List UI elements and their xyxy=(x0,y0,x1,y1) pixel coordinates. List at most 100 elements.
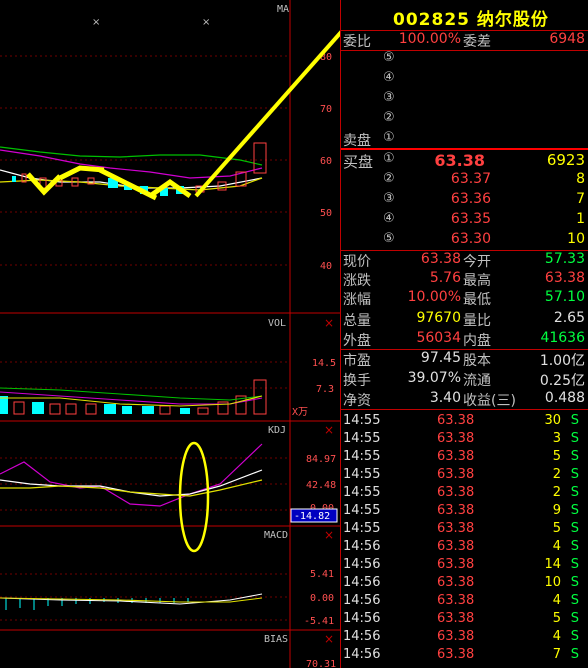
sell-level[interactable]: ③ xyxy=(341,90,588,108)
tick-time: 14:56 xyxy=(343,593,381,608)
tick-row[interactable]: 14:55 63.38 2 S xyxy=(341,467,588,485)
sell-level[interactable]: 卖盘 ① xyxy=(341,130,588,149)
buy-level[interactable]: ④ 63.35 1 xyxy=(341,211,588,229)
tick-price: 63.38 xyxy=(437,485,475,500)
tick-side: S xyxy=(570,485,579,500)
fin-row: 换手 39.07% 流通 0.25亿 xyxy=(343,370,585,389)
tick-row[interactable]: 14:55 63.38 2 S xyxy=(341,485,588,503)
volume-bars xyxy=(0,379,267,415)
tick-price: 63.38 xyxy=(437,467,475,482)
main-axis-label: 40 xyxy=(320,261,332,272)
close-icon[interactable]: × xyxy=(202,17,210,28)
macd-axis-label: 5.41 xyxy=(310,569,334,580)
tick-price: 63.38 xyxy=(437,521,475,536)
bias-axis-label: 70.31 xyxy=(306,659,336,668)
tick-time: 14:56 xyxy=(343,575,381,590)
tick-time: 14:55 xyxy=(343,449,381,464)
tick-price: 63.38 xyxy=(437,593,475,608)
tick-row[interactable]: 14:56 63.38 4 S xyxy=(341,539,588,557)
stat-row: 外盘 56034 内盘 41636 xyxy=(343,330,585,349)
sell-level[interactable]: ⑤ xyxy=(341,50,588,68)
tick-row[interactable]: 14:55 63.38 9 S xyxy=(341,503,588,521)
tick-side: S xyxy=(570,539,579,554)
tick-time: 14:55 xyxy=(343,467,381,482)
tick-price: 63.38 xyxy=(437,539,475,554)
weibi-row: 委比 100.00% 委差 6948 xyxy=(343,31,585,50)
tick-side: S xyxy=(570,467,579,482)
tick-row[interactable]: 14:56 63.38 4 S xyxy=(341,629,588,647)
tick-row[interactable]: 14:56 63.38 7 S xyxy=(341,647,588,665)
tick-row[interactable]: 14:56 63.38 10 S xyxy=(341,575,588,593)
quote-header: 002825 纳尔股份 xyxy=(341,0,588,30)
vol-axis-label: 14.5 xyxy=(312,358,336,369)
buy-level[interactable]: ② 63.37 8 xyxy=(341,171,588,189)
buy-level[interactable]: ③ 63.36 7 xyxy=(341,191,588,209)
sell-level[interactable]: ④ xyxy=(341,70,588,88)
vol-unit-label: X万 xyxy=(292,407,308,418)
close-icon[interactable]: × xyxy=(324,528,334,542)
tick-row[interactable]: 14:56 63.38 14 S xyxy=(341,557,588,575)
highlight-ellipse xyxy=(178,441,210,553)
tick-vol: 3 xyxy=(552,431,561,446)
tick-time: 14:55 xyxy=(343,431,381,446)
kdj-axis-label: 42.48 xyxy=(306,480,336,491)
tick-vol: 2 xyxy=(552,485,561,500)
sell-level[interactable]: ② xyxy=(341,110,588,128)
buy-label: 买盘 xyxy=(343,153,374,171)
macd-axis-label: -5.41 xyxy=(304,616,334,627)
tick-vol: 2 xyxy=(552,467,561,482)
main-axis-label: 50 xyxy=(320,208,332,219)
tick-vol: 10 xyxy=(544,575,561,590)
close-icon[interactable]: × xyxy=(324,423,334,437)
annotation-arrows xyxy=(26,30,340,201)
tick-price: 63.38 xyxy=(437,503,475,518)
tick-price: 63.38 xyxy=(437,557,475,572)
stat-row: 涨幅 10.00% 最低 57.10 xyxy=(343,289,585,308)
sell-label: 卖盘 xyxy=(343,133,371,149)
stat-row: 涨跌 5.76 最高 63.38 xyxy=(343,270,585,289)
tick-row[interactable]: 14:55 63.38 3 S xyxy=(341,431,588,449)
tick-vol: 5 xyxy=(552,611,561,626)
tick-price: 63.38 xyxy=(437,611,475,626)
close-icon[interactable]: × xyxy=(324,316,334,330)
tick-time: 14:56 xyxy=(343,539,381,554)
close-icon[interactable]: × xyxy=(324,632,334,646)
tick-side: S xyxy=(570,611,579,626)
tick-row[interactable]: 14:56 63.38 4 S xyxy=(341,593,588,611)
tick-side: S xyxy=(570,431,579,446)
tick-time: 14:55 xyxy=(343,503,381,518)
tick-side: S xyxy=(570,593,579,608)
fin-row: 净资 3.40 收益(三) 0.488 xyxy=(343,390,585,409)
tick-time: 14:55 xyxy=(343,521,381,536)
tick-time: 14:55 xyxy=(343,485,381,500)
kdj-axis-label: 84.97 xyxy=(306,454,336,465)
kdj-lines xyxy=(0,443,263,507)
tick-side: S xyxy=(570,449,579,464)
tick-row[interactable]: 14:55 63.38 30 S xyxy=(341,413,588,431)
vol-axis-label: 7.3 xyxy=(316,384,334,395)
tick-time: 14:56 xyxy=(343,629,381,644)
tick-vol: 9 xyxy=(552,503,561,518)
tick-row[interactable]: 14:56 63.38 5 S xyxy=(341,611,588,629)
buy-level[interactable]: ⑤ 63.30 10 xyxy=(341,231,588,249)
tick-time: 14:55 xyxy=(343,413,381,428)
tick-vol: 30 xyxy=(544,413,561,428)
tick-side: S xyxy=(570,521,579,536)
tick-time: 14:56 xyxy=(343,647,381,662)
kline-chart[interactable]: MA VOL KDJ MACD BIAS × × × × × × 80 70 6… xyxy=(0,0,340,668)
macd-lines xyxy=(0,593,263,605)
tick-row[interactable]: 14:55 63.38 5 S xyxy=(341,521,588,539)
tick-row[interactable]: 14:55 63.38 5 S xyxy=(341,449,588,467)
tick-vol: 5 xyxy=(552,521,561,536)
close-icon[interactable]: × xyxy=(92,17,100,28)
buy-level[interactable]: 买盘 ① 63.38 6923 xyxy=(341,151,588,171)
macd-panel-label: MACD xyxy=(264,530,288,541)
kdj-current-value: -14.82 xyxy=(294,511,330,522)
tick-side: S xyxy=(570,575,579,590)
main-axis-label: 70 xyxy=(320,104,332,115)
main-panel-label: MA xyxy=(277,4,289,15)
tick-side: S xyxy=(570,647,579,662)
vol-panel-label: VOL xyxy=(268,318,286,329)
quote-panel: 002825 纳尔股份 委比 100.00% 委差 6948 ⑤ ④ ③ ② 卖… xyxy=(340,0,588,668)
fin-row: 市盈 97.45 股本 1.00亿 xyxy=(343,350,585,369)
